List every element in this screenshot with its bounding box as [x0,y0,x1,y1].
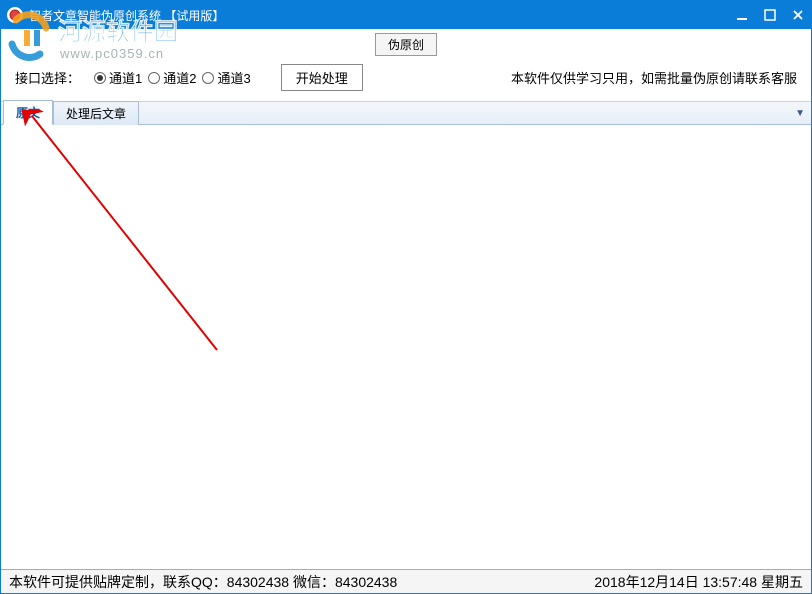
minimize-button[interactable] [735,8,749,22]
window-title: 智者文章智能伪原创系统 【试用版】 [29,7,735,24]
radio-label: 通道3 [217,68,250,87]
interface-label: 接口选择： [15,68,80,87]
radio-label: 通道2 [163,68,196,87]
tab-original[interactable]: 原文 [3,100,53,125]
status-contact: 本软件可提供贴牌定制，联系QQ：84302438 微信：84302438 [9,572,594,592]
radio-label: 通道1 [109,68,142,87]
titlebar: 智者文章智能伪原创系统 【试用版】 [1,1,811,29]
radio-icon [94,72,106,84]
statusbar: 本软件可提供贴牌定制，联系QQ：84302438 微信：84302438 201… [1,569,811,593]
start-process-button[interactable]: 开始处理 [281,64,363,91]
tab-dropdown-icon[interactable]: ▼ [789,108,811,119]
app-icon [7,7,23,23]
app-window: 智者文章智能伪原创系统 【试用版】 伪原创 接口选择： 通道1 通道2 [0,0,812,594]
channel-1-radio[interactable]: 通道1 [94,68,142,87]
close-button[interactable] [791,8,805,22]
radio-icon [148,72,160,84]
maximize-button[interactable] [763,8,777,22]
pseudo-original-button[interactable]: 伪原创 [375,33,437,56]
top-button-row: 伪原创 [1,29,811,58]
usage-note: 本软件仅供学习只用，如需批量伪原创请联系客服 [511,68,797,87]
status-datetime: 2018年12月14日 13:57:48 星期五 [594,572,803,592]
channel-2-radio[interactable]: 通道2 [148,68,196,87]
channel-radio-group: 通道1 通道2 通道3 [94,68,251,87]
channel-3-radio[interactable]: 通道3 [202,68,250,87]
tab-strip: 原文 处理后文章 ▼ [1,101,811,125]
window-controls [735,8,805,22]
tab-processed[interactable]: 处理后文章 [53,101,139,125]
content-area[interactable] [1,125,811,569]
controls-row: 接口选择： 通道1 通道2 通道3 开始处理 本软件仅供学习只用，如需批量伪原创… [1,58,811,101]
radio-icon [202,72,214,84]
